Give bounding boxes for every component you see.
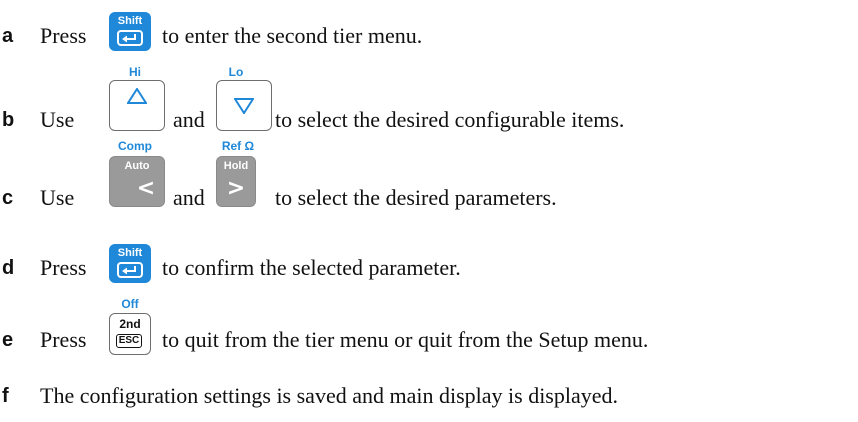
hold-right-key: Hold > xyxy=(216,156,256,207)
step-f: f The configuration settings is saved an… xyxy=(0,382,858,422)
shift-enter-key: Shift xyxy=(109,244,151,283)
step-letter: e xyxy=(2,329,14,351)
step-text-suffix: to confirm the selected parameter. xyxy=(162,255,461,280)
step-letter: f xyxy=(2,385,9,407)
step-text-suffix: to select the desired parameters. xyxy=(275,185,557,210)
step-text-prefix: Press xyxy=(40,23,87,48)
step-d: d Press Shift to confirm the selected pa… xyxy=(0,244,858,284)
step-text-suffix: to select the desired configurable items… xyxy=(275,107,625,132)
key-top-label: Hold xyxy=(223,160,249,172)
2nd-esc-key: 2nd ESC xyxy=(109,313,151,355)
auto-left-key: Auto < xyxy=(109,156,165,207)
step-text: The configuration settings is saved and … xyxy=(40,383,619,408)
hi-label: Hi xyxy=(129,65,141,79)
shift-enter-key: Shift xyxy=(109,12,151,51)
ref-ohm-label: Ref Ω xyxy=(221,139,255,153)
key-top-label: Shift xyxy=(117,247,143,259)
step-letter: c xyxy=(2,187,14,209)
enter-icon xyxy=(117,30,143,46)
up-key xyxy=(109,80,165,131)
key-top-label: Auto xyxy=(124,160,150,172)
step-letter: a xyxy=(2,25,14,47)
step-text-mid: and xyxy=(173,107,205,132)
esc-label: ESC xyxy=(116,334,142,348)
left-chevron-icon: < xyxy=(136,176,156,201)
key-top-label: 2nd xyxy=(119,317,141,331)
up-triangle-icon xyxy=(127,88,147,104)
lo-label: Lo xyxy=(228,65,244,79)
step-text-prefix: Use xyxy=(40,107,75,132)
step-text-prefix: Press xyxy=(40,255,87,280)
step-text-suffix: to enter the second tier menu. xyxy=(162,23,423,48)
step-letter: d xyxy=(2,257,15,279)
comp-label: Comp xyxy=(118,139,152,153)
enter-icon xyxy=(117,262,143,278)
step-letter: b xyxy=(2,109,15,131)
step-text-suffix: to quit from the tier menu or quit from … xyxy=(162,327,649,352)
step-a: a Press Shift to enter the second tier m… xyxy=(0,12,858,52)
off-label: Off xyxy=(121,297,139,311)
key-top-label: Shift xyxy=(117,15,143,27)
step-text-prefix: Use xyxy=(40,185,75,210)
right-chevron-icon: > xyxy=(226,176,246,201)
down-triangle-icon xyxy=(234,98,254,114)
step-text-mid: and xyxy=(173,185,205,210)
down-key xyxy=(216,80,272,131)
step-e: Off e Press 2nd ESC to quit from the tie… xyxy=(0,298,858,358)
step-text-prefix: Press xyxy=(40,327,87,352)
step-b: Hi Lo b Use and to select the desired co… xyxy=(0,66,858,136)
step-c: Comp Ref Ω c Use Auto < and Hold > to se… xyxy=(0,140,858,210)
